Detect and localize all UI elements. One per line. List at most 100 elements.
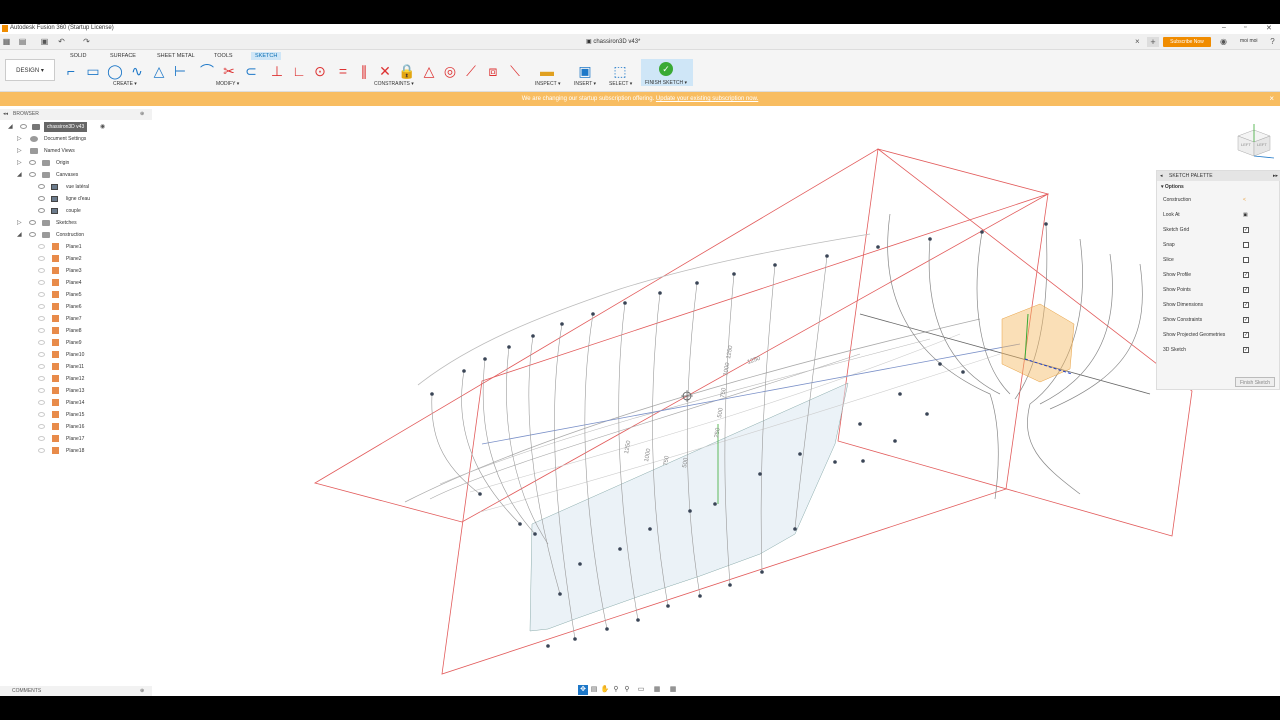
visibility-icon[interactable] <box>38 244 45 249</box>
construction-icon[interactable]: < <box>1243 195 1246 205</box>
sketch-point[interactable] <box>698 594 702 598</box>
document-tab[interactable]: ▣ chassiron3D v43* <box>586 38 640 45</box>
visibility-icon[interactable] <box>38 184 45 189</box>
tab-tools[interactable]: TOOLS <box>210 52 237 60</box>
sketch-point[interactable] <box>1044 222 1048 226</box>
curvature-icon[interactable]: ⟍ <box>506 62 524 80</box>
new-tab-button[interactable]: + <box>1147 37 1159 47</box>
tab-sheet-metal[interactable]: SHEET METAL <box>153 52 199 60</box>
visibility-icon[interactable] <box>38 328 45 333</box>
visibility-icon[interactable] <box>38 340 45 345</box>
sketch-point[interactable] <box>773 263 777 267</box>
sketch-point[interactable] <box>658 291 662 295</box>
create-group-label[interactable]: CREATE ▾ <box>113 81 137 87</box>
visibility-icon[interactable] <box>38 448 45 453</box>
orbit-icon[interactable]: ✥ <box>578 685 588 695</box>
option-checkbox[interactable]: ✓ <box>1243 302 1249 308</box>
select-group-label[interactable]: SELECT ▾ <box>609 81 632 87</box>
sketch-point[interactable] <box>938 362 942 366</box>
sketch-point[interactable] <box>898 392 902 396</box>
constraints-group-label[interactable]: CONSTRAINTS ▾ <box>374 81 414 87</box>
insert-image-icon[interactable]: ▣ <box>576 62 594 80</box>
palette-option[interactable]: Show Projected Geometries ✓ <box>1163 330 1277 340</box>
visibility-icon[interactable] <box>38 436 45 441</box>
visibility-icon[interactable] <box>38 208 45 213</box>
add-comment-icon[interactable]: ⊕ <box>140 686 144 696</box>
visibility-icon[interactable] <box>20 124 27 129</box>
tab-surface[interactable]: SURFACE <box>106 52 140 60</box>
sketch-point[interactable] <box>893 439 897 443</box>
sketch-point[interactable] <box>861 459 865 463</box>
collapse-icon[interactable]: ◢ <box>17 170 22 180</box>
close-window-icon[interactable]: ✕ <box>1266 24 1272 32</box>
save-icon[interactable]: ▣ <box>40 37 49 46</box>
sketch-point[interactable] <box>648 527 652 531</box>
visibility-icon[interactable] <box>29 220 36 225</box>
sketch-point[interactable] <box>531 334 535 338</box>
trim-tool-icon[interactable]: ✂ <box>220 62 238 80</box>
palette-pin-icon[interactable]: ◂ <box>1160 171 1163 181</box>
sketch-point[interactable] <box>798 452 802 456</box>
visibility-icon[interactable] <box>38 424 45 429</box>
palette-option[interactable]: Snap <box>1163 240 1277 250</box>
sketch-point[interactable] <box>483 357 487 361</box>
palette-option[interactable]: Slice <box>1163 255 1277 265</box>
grid-settings-icon[interactable]: ▦ <box>652 685 662 695</box>
pan-icon[interactable]: ✋ <box>600 685 610 695</box>
sketch-point[interactable] <box>758 472 762 476</box>
sketch-point[interactable] <box>462 369 466 373</box>
sketch-point[interactable] <box>558 592 562 596</box>
close-tab-icon[interactable]: × <box>1135 37 1140 46</box>
parallel-icon[interactable]: ∥ <box>355 62 373 80</box>
visibility-icon[interactable] <box>38 412 45 417</box>
file-icon[interactable]: ▤ <box>18 37 27 46</box>
zoom-window-icon[interactable]: ⚲ <box>622 685 632 695</box>
banner-link[interactable]: Update your existing subscription now. <box>656 96 758 102</box>
visibility-icon[interactable] <box>38 256 45 261</box>
coincident-icon[interactable]: ⊥ <box>268 62 286 80</box>
grid-menu-icon[interactable]: ▦ <box>2 37 11 46</box>
collapse-icon[interactable]: ◢ <box>17 230 22 240</box>
visibility-icon[interactable] <box>38 292 45 297</box>
minimize-icon[interactable]: – <box>1222 24 1226 31</box>
expand-icon[interactable]: ▷ <box>17 146 22 156</box>
perpendicular-icon[interactable]: ✕ <box>376 62 394 80</box>
equal-icon[interactable]: = <box>334 62 352 80</box>
zoom-icon[interactable]: ⚲ <box>611 685 621 695</box>
sketch-point[interactable] <box>925 412 929 416</box>
sketch-point[interactable] <box>858 422 862 426</box>
design-workspace-dropdown[interactable]: DESIGN ▾ <box>5 59 55 81</box>
maximize-icon[interactable]: ▫ <box>1244 24 1246 31</box>
palette-option[interactable]: Show Dimensions ✓ <box>1163 300 1277 310</box>
visibility-icon[interactable] <box>38 196 45 201</box>
sketch-point[interactable] <box>666 604 670 608</box>
option-checkbox[interactable] <box>1243 257 1249 263</box>
option-checkbox[interactable]: ✓ <box>1243 287 1249 293</box>
finish-sketch-label[interactable]: FINISH SKETCH ▾ <box>645 80 687 86</box>
circle-tool-icon[interactable]: ◯ <box>106 62 124 80</box>
sketch-point[interactable] <box>507 345 511 349</box>
option-checkbox[interactable]: ✓ <box>1243 272 1249 278</box>
sketch-point[interactable] <box>876 245 880 249</box>
visibility-icon[interactable] <box>38 304 45 309</box>
rectangle-tool-icon[interactable]: ▭ <box>84 62 102 80</box>
sketch-point[interactable] <box>825 254 829 258</box>
palette-option[interactable]: Show Constraints ✓ <box>1163 315 1277 325</box>
sketch-point[interactable] <box>961 370 965 374</box>
triangle-tool-icon[interactable]: △ <box>150 62 168 80</box>
tree-root[interactable]: ◢ chassiron3D v43 ◉ <box>0 122 152 132</box>
sketch-point[interactable] <box>793 527 797 531</box>
palette-section-options[interactable]: ▾ Options <box>1161 184 1184 190</box>
view-cube[interactable]: LEFT LEFT <box>1232 124 1276 160</box>
sketch-point[interactable] <box>533 532 537 536</box>
palette-option[interactable]: Look At ▣ <box>1163 210 1277 220</box>
activate-icon[interactable]: ◉ <box>100 122 105 132</box>
display-settings-icon[interactable]: ▭ <box>636 685 646 695</box>
expand-icon[interactable]: ▷ <box>17 134 22 144</box>
undo-icon[interactable]: ↶ <box>57 37 66 46</box>
sketch-point[interactable] <box>713 502 717 506</box>
line-tool-icon[interactable]: ⌐ <box>62 62 80 80</box>
comments-panel[interactable]: COMMENTS ⊕ <box>0 686 152 696</box>
viewports-icon[interactable]: ▦ <box>668 685 678 695</box>
collapse-browser-icon[interactable]: ◂◂ <box>3 109 8 120</box>
